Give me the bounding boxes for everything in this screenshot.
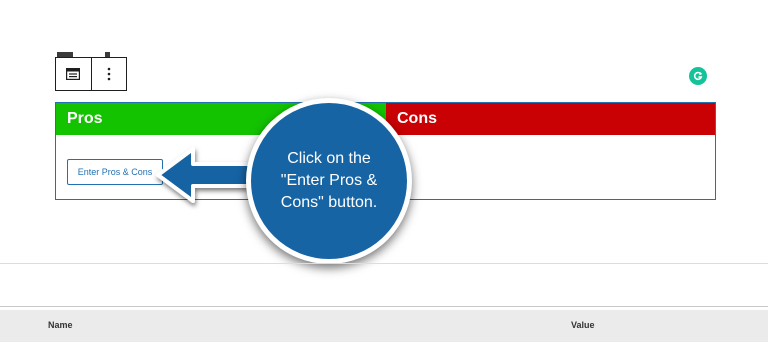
cons-header: Cons bbox=[386, 103, 715, 135]
enter-pros-cons-button[interactable]: Enter Pros & Cons bbox=[67, 159, 163, 185]
block-table-icon bbox=[66, 68, 81, 80]
column-header-name: Name bbox=[48, 320, 73, 330]
block-toolbar bbox=[55, 57, 127, 91]
meta-table-header: Name Value bbox=[0, 310, 768, 342]
divider bbox=[0, 306, 768, 307]
block-type-button[interactable] bbox=[56, 58, 91, 90]
more-options-button[interactable] bbox=[90, 58, 127, 90]
more-options-icon bbox=[107, 67, 111, 81]
grammarly-icon[interactable] bbox=[689, 67, 707, 85]
column-header-value: Value bbox=[571, 320, 595, 330]
grammarly-g-glyph bbox=[693, 71, 703, 81]
instruction-callout: Click on the "Enter Pros & Cons" button. bbox=[246, 98, 412, 264]
divider bbox=[0, 263, 768, 264]
